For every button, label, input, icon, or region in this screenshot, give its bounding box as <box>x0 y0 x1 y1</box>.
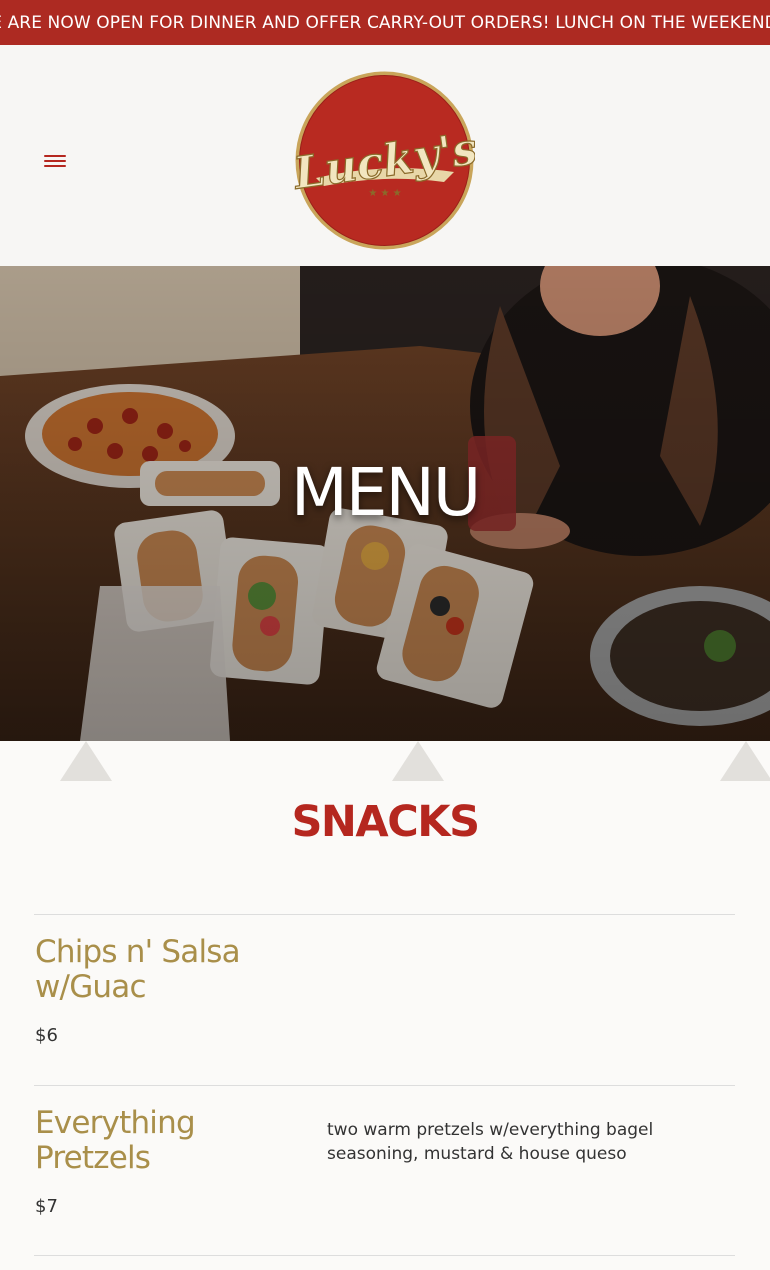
menu-item-price: $7 <box>35 1196 58 1217</box>
announcement-bar: WE ARE NOW OPEN FOR DINNER AND OFFER CAR… <box>0 0 770 45</box>
menu-item: Chips n' Salsa w/Guac $6 <box>34 914 735 1085</box>
menu-list: Chips n' Salsa w/Guac $6 Everything Pret… <box>34 914 735 1256</box>
hero-title: MENU <box>290 454 481 531</box>
section-title-snacks: SNACKS <box>291 797 480 847</box>
menu-item-name: Chips n' Salsa w/Guac <box>35 934 241 1005</box>
menu-item-description: two warm pretzels w/everything bagel sea… <box>327 1120 654 1164</box>
site-header: Lucky's ★ ★ ★ <box>0 45 770 266</box>
svg-text:★ ★ ★: ★ ★ ★ <box>368 188 401 199</box>
menu-item-price: $6 <box>35 1025 58 1046</box>
menu-item-name: Everything Pretzels <box>35 1105 196 1176</box>
luckys-logo[interactable]: Lucky's ★ ★ ★ <box>288 70 481 251</box>
announcement-text: WE ARE NOW OPEN FOR DINNER AND OFFER CAR… <box>0 12 770 33</box>
hamburger-menu-icon[interactable] <box>44 153 66 170</box>
decorative-strip <box>0 741 770 781</box>
menu-item: Everything Pretzels two warm pretzels w/… <box>34 1085 735 1256</box>
hero-banner: MENU <box>0 266 770 741</box>
